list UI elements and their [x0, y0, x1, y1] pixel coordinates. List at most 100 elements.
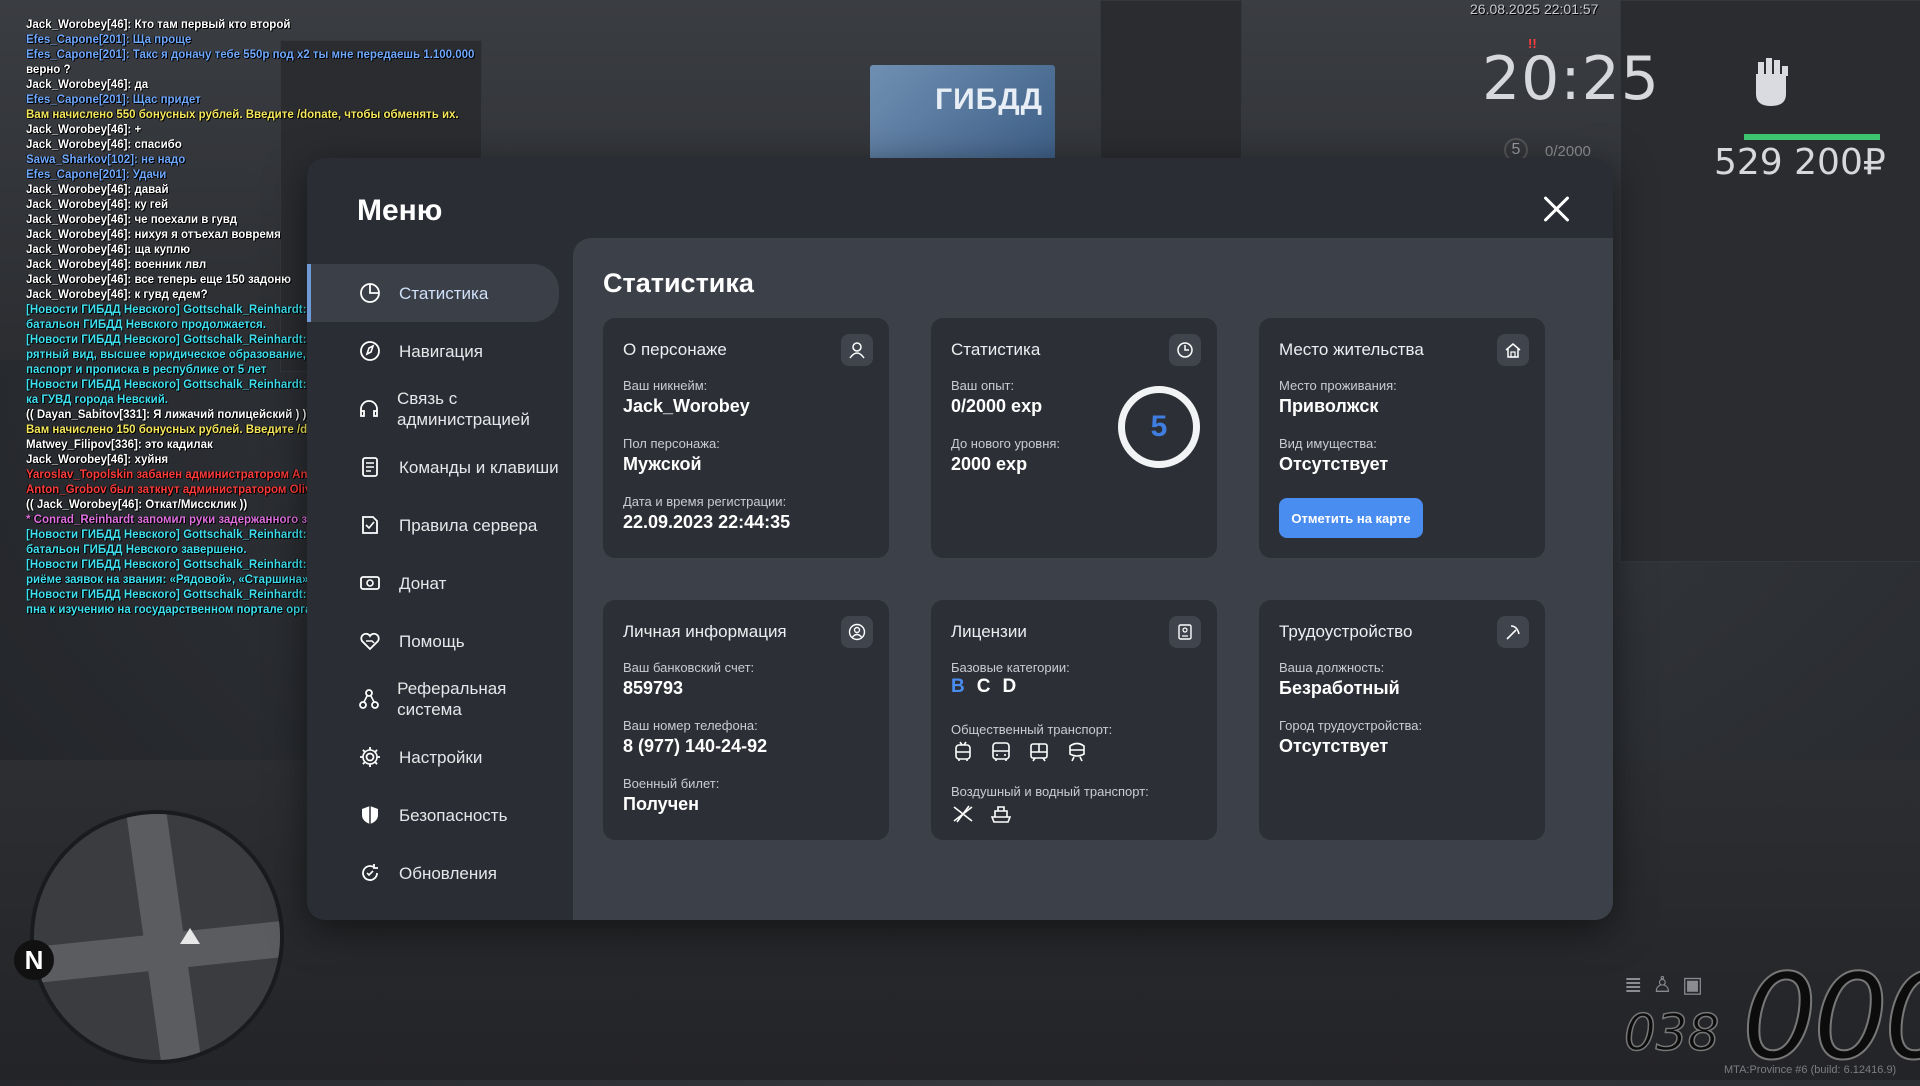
- sidebar-item-label: Статистика: [399, 283, 489, 303]
- residence-value: Приволжск: [1279, 396, 1379, 416]
- license-category: D: [1002, 676, 1017, 697]
- statistics-card: Статистика Ваш опыт: 0/2000 exp До новог…: [931, 318, 1217, 558]
- military-value: Получен: [623, 794, 700, 814]
- sidebar-item[interactable]: Обновления: [307, 844, 563, 902]
- sidebar-item[interactable]: Безопасность: [307, 786, 563, 844]
- airplane-icon: [953, 805, 973, 823]
- chat-line: Вам начислено 550 бонусных рублей. Введи…: [26, 109, 459, 121]
- license-icon: [1169, 616, 1201, 648]
- military-label: Военный билет:: [623, 776, 720, 791]
- compass-icon: [357, 338, 383, 364]
- sidebar-item[interactable]: Связь с администрацией: [307, 380, 563, 438]
- engine-icon: ▣: [1682, 972, 1713, 997]
- personal-info-card: Личная информация Ваш банковский счет: 8…: [603, 600, 889, 840]
- menu-title: Меню: [357, 194, 443, 227]
- shield-icon: [357, 802, 383, 828]
- phone-label: Ваш номер телефона:: [623, 718, 758, 733]
- public-transport-icons: [951, 740, 1089, 764]
- character-card: О персонаже Ваш никнейм: Jack_Worobey По…: [603, 318, 889, 558]
- sidebar-item-label: Реферальная система: [397, 679, 507, 719]
- sidebar-item[interactable]: Навигация: [307, 322, 563, 380]
- list-icon: [357, 454, 383, 480]
- exp-value: 0/2000 exp: [951, 396, 1043, 416]
- vehicle-indicators: ≣♙▣: [1624, 972, 1713, 998]
- level-badge: 5: [1118, 386, 1200, 468]
- nickname-value: Jack_Worobey: [623, 396, 750, 416]
- clock-icon: [1169, 334, 1201, 366]
- employment-card: Трудоустройство Ваша должность: Безработ…: [1259, 600, 1545, 840]
- air-water-transport-label: Воздушный и водный транспорт:: [951, 784, 1149, 799]
- license-category: C: [976, 676, 991, 697]
- next-level-label: До нового уровня:: [951, 436, 1061, 451]
- sidebar-item[interactable]: Помощь: [307, 612, 563, 670]
- headlight-icon: ≣: [1624, 972, 1653, 997]
- bank-label: Ваш банковский счет:: [623, 660, 755, 675]
- fist-icon: [1746, 52, 1796, 124]
- minimap[interactable]: [30, 810, 284, 1064]
- chat-line: Efes_Capone[201]: Такс я доначу тебе 550…: [26, 49, 475, 61]
- menu-sidebar: Статистика Навигация Связь с администрацие…: [307, 264, 563, 902]
- card-title: Трудоустройство: [1279, 622, 1413, 641]
- chat-line: Jack_Worobey[46]: да: [26, 79, 149, 91]
- health-bar: [1744, 134, 1880, 140]
- heart-hand-icon: [357, 628, 383, 654]
- sidebar-item[interactable]: Правила сервера: [307, 496, 563, 554]
- referral-icon: [357, 686, 381, 712]
- health-bar-fill: [1744, 134, 1880, 140]
- pickaxe-icon: [1497, 616, 1529, 648]
- build-info: MTA:Province #6 (build: 6.12416.9): [1724, 1064, 1897, 1076]
- public-transport-label: Общественный транспорт:: [951, 722, 1113, 737]
- position-value: Безработный: [1279, 678, 1400, 698]
- sidebar-item[interactable]: Реферальная система: [307, 670, 563, 728]
- residence-label: Место проживания:: [1279, 378, 1397, 393]
- seatbelt-icon: ♙: [1652, 972, 1683, 997]
- chat-line: верно ?: [26, 64, 71, 76]
- position-label: Ваша должность:: [1279, 660, 1385, 675]
- residence-card: Место жительства Место проживания: Приво…: [1259, 318, 1545, 558]
- gear-icon: [357, 744, 383, 770]
- close-icon[interactable]: [1539, 192, 1573, 226]
- tram-icon: [1030, 743, 1048, 762]
- property-label: Вид имущества:: [1279, 436, 1377, 451]
- air-water-transport-icons: [951, 802, 1013, 826]
- sidebar-item-label: Команды и клавиши: [399, 457, 559, 477]
- next-level-value: 2000 exp: [951, 454, 1028, 474]
- registration-value: 22.09.2023 22:44:35: [623, 512, 791, 532]
- sidebar-item-label: Донат: [399, 573, 447, 593]
- background-building: [1100, 0, 1242, 172]
- trolleybus-icon: [955, 741, 971, 761]
- hud-datetime: 26.08.2025 22:01:57: [1470, 1, 1599, 17]
- chat-line: Efes_Capone[201]: Щас придет: [26, 94, 201, 106]
- hud-money: 529 200₽: [1714, 142, 1886, 183]
- headset-icon: [357, 396, 381, 422]
- job-city-value: Отсутствует: [1279, 736, 1389, 756]
- job-city-label: Город трудоустройства:: [1279, 718, 1423, 733]
- chat-line: Jack_Worobey[46]: Кто там первый кто вто…: [26, 19, 291, 31]
- card-title: О персонаже: [623, 340, 727, 359]
- sidebar-item[interactable]: Команды и клавиши: [307, 438, 563, 496]
- refresh-icon: [357, 860, 383, 886]
- compass-north-icon: N: [14, 940, 54, 980]
- card-title: Лицензии: [951, 622, 1027, 641]
- sidebar-item[interactable]: Статистика: [307, 264, 559, 322]
- mark-on-map-button[interactable]: Отметить на карте: [1279, 498, 1423, 538]
- fuel-readout: 038: [1623, 1003, 1720, 1063]
- card-title: Личная информация: [623, 622, 787, 641]
- sidebar-item-label: Навигация: [399, 341, 483, 361]
- house-icon: [1497, 334, 1529, 366]
- base-categories-label: Базовые категории:: [951, 660, 1070, 675]
- sidebar-item[interactable]: Настройки: [307, 728, 563, 786]
- pie-chart-icon: [357, 280, 383, 306]
- bank-value: 859793: [623, 678, 684, 698]
- property-value: Отсутствует: [1279, 454, 1389, 474]
- billboard-text: ГИБДД: [935, 83, 1043, 116]
- registration-label: Дата и время регистрации:: [623, 494, 787, 509]
- stats-panel: Статистика О персонаже Ваш никнейм: Jack…: [573, 238, 1613, 920]
- chat-line: Efes_Capone[201]: Ща проще: [26, 34, 192, 46]
- sidebar-item[interactable]: Донат: [307, 554, 563, 612]
- license-category: B: [951, 676, 965, 697]
- bus-icon: [992, 742, 1010, 761]
- gender-label: Пол персонажа:: [623, 436, 720, 451]
- gibdd-billboard: ГИБДД: [870, 65, 1055, 160]
- sidebar-item-label: Обновления: [399, 863, 497, 883]
